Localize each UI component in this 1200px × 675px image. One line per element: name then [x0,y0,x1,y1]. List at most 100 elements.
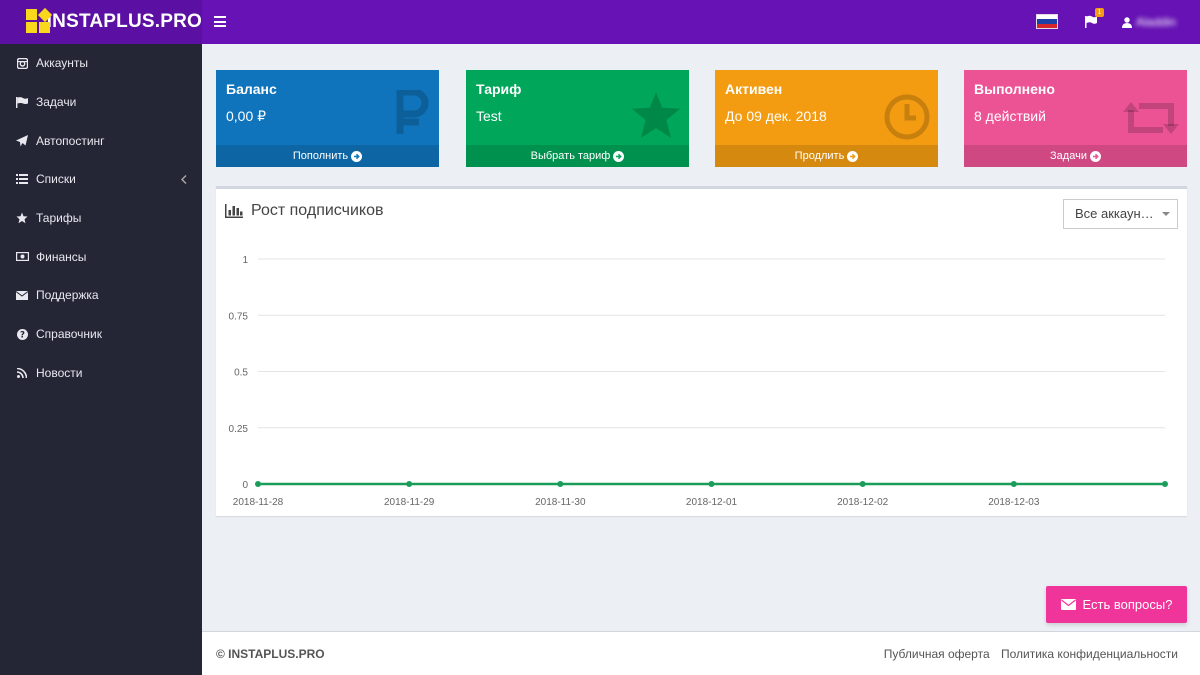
arrow-circle-right-icon [613,150,625,162]
sidebar-item-autoposting[interactable]: Автопостинг [0,121,202,160]
choose-tariff-button[interactable]: Выбрать тариф [466,145,689,167]
clock-icon [884,94,930,145]
language-flag-ru-icon[interactable] [1036,14,1058,29]
logo[interactable]: INSTAPLUS.PRO [0,0,202,44]
data-point [557,481,564,487]
x-tick-label: 2018-12-02 [837,497,889,508]
arrow-circle-right-icon [351,150,363,162]
list-icon [15,172,29,186]
x-tick-label: 2018-12-01 [686,497,738,508]
tasks-button[interactable]: Задачи [964,145,1187,167]
topup-label: Пополнить [292,150,349,162]
envelope-icon [1060,599,1076,610]
completed-title: Выполнено [974,81,1055,97]
sidebar-item-label: Списки [36,172,76,187]
logo-text: INSTAPLUS.PRO [46,11,202,32]
question-circle-icon: ? [15,327,29,341]
sidebar-item-label: Задачи [36,95,77,110]
sidebar: Аккаунты Задачи Автопостинг Списки Тариф… [0,44,202,675]
arrow-circle-right-icon [1089,150,1101,162]
choose-tariff-label: Выбрать тариф [530,150,611,162]
star-icon [15,211,29,225]
user-icon [1122,16,1132,28]
topup-button[interactable]: Пополнить [216,145,439,167]
account-select-value: Все аккаун… [1075,206,1154,221]
sidebar-item-tariffs[interactable]: Тарифы [0,199,202,238]
x-tick-label: 2018-11-28 [233,497,284,508]
sidebar-item-accounts[interactable]: Аккаунты [0,44,202,83]
questions-button[interactable]: Есть вопросы? [1046,586,1187,623]
flag-icon [1085,15,1097,28]
sidebar-item-label: Поддержка [36,288,99,303]
subscriber-growth-chart: 1 0.75 0.5 0.25 0 2018-11-28 2018-11-29 2018-11… [229,255,1168,508]
sidebar-item-support[interactable]: Поддержка [0,276,202,315]
user-menu[interactable]: Aladdin [1122,14,1176,30]
sidebar-item-label: Тарифы [36,211,82,226]
notifications-button[interactable]: 1 [1083,8,1104,32]
active-box: Активен До 09 дек. 2018 Продлить [715,70,938,167]
sidebar-toggle-icon[interactable] [214,14,226,30]
sidebar-item-label: Справочник [36,327,102,342]
sidebar-item-reference[interactable]: ? Справочник [0,315,202,354]
extend-button[interactable]: Продлить [715,145,938,167]
money-icon [15,250,29,264]
tariff-box: Тариф Test Выбрать тариф [466,70,689,167]
rss-icon [15,366,29,380]
ruble-icon [391,88,431,141]
card-header: Рост подписчиков [225,202,383,220]
sidebar-item-tasks[interactable]: Задачи [0,83,202,122]
y-tick-label: 0 [242,480,248,491]
bar-chart-icon [225,204,243,218]
arrow-circle-right-icon [847,150,859,162]
tasks-label: Задачи [1050,150,1087,162]
notifications-badge: 1 [1095,8,1104,17]
flag-icon [15,95,29,109]
data-point [859,481,866,487]
footer-links: Публичная оферта Политика конфиденциальн… [876,647,1178,661]
completed-box: Выполнено 8 действий Задачи [964,70,1187,167]
balance-value: 0,00 ₽ [226,108,267,124]
sidebar-item-lists[interactable]: Списки [0,160,202,199]
privacy-policy-link[interactable]: Политика конфиденциальности [1001,647,1178,661]
subscriber-growth-card: 1 0.75 0.5 0.25 0 2018-11-28 2018-11-29 2018-11… [216,186,1187,516]
card-title: Рост подписчиков [251,202,384,219]
data-point [255,481,261,487]
svg-text:?: ? [20,330,25,340]
y-tick-label: 0.25 [229,424,249,435]
top-navbar: INSTAPLUS.PRO 1 Aladdin [0,0,1200,44]
active-value: До 09 дек. 2018 [725,108,827,124]
sidebar-item-news[interactable]: Новости [0,354,202,393]
sidebar-item-finance[interactable]: Финансы [0,237,202,276]
data-point [1010,481,1017,487]
paper-plane-icon [15,134,29,148]
sidebar-item-label: Новости [36,365,83,380]
copyright: © INSTAPLUS.PRO [216,647,325,661]
tariff-value: Test [476,108,502,124]
questions-label: Есть вопросы? [1082,597,1173,612]
instagram-icon [15,56,29,70]
page-footer: © INSTAPLUS.PRO Публичная оферта Политик… [202,631,1200,675]
data-point [1162,481,1168,487]
data-point [406,481,413,487]
sidebar-item-label: Аккаунты [36,56,89,71]
x-tick-label: 2018-11-29 [384,497,435,508]
sidebar-item-label: Автопостинг [36,133,105,148]
logo-mark-icon [26,7,53,35]
completed-value: 8 действий [974,108,1046,124]
balance-box: Баланс 0,00 ₽ Пополнить [216,70,439,167]
balance-title: Баланс [226,81,277,97]
y-tick-label: 1 [242,255,248,266]
data-point [708,481,715,487]
star-icon [631,92,681,145]
extend-label: Продлить [794,150,845,162]
account-select[interactable]: Все аккаун… [1063,199,1178,229]
caret-down-icon [1162,212,1170,216]
public-offer-link[interactable]: Публичная оферта [884,647,990,661]
retweet-icon [1123,98,1179,143]
sidebar-item-label: Финансы [36,249,87,264]
x-tick-label: 2018-11-30 [535,497,586,508]
user-name: Aladdin [1136,15,1177,29]
active-title: Активен [725,81,783,97]
x-tick-label: 2018-12-03 [988,497,1040,508]
y-tick-label: 0.75 [229,311,249,322]
